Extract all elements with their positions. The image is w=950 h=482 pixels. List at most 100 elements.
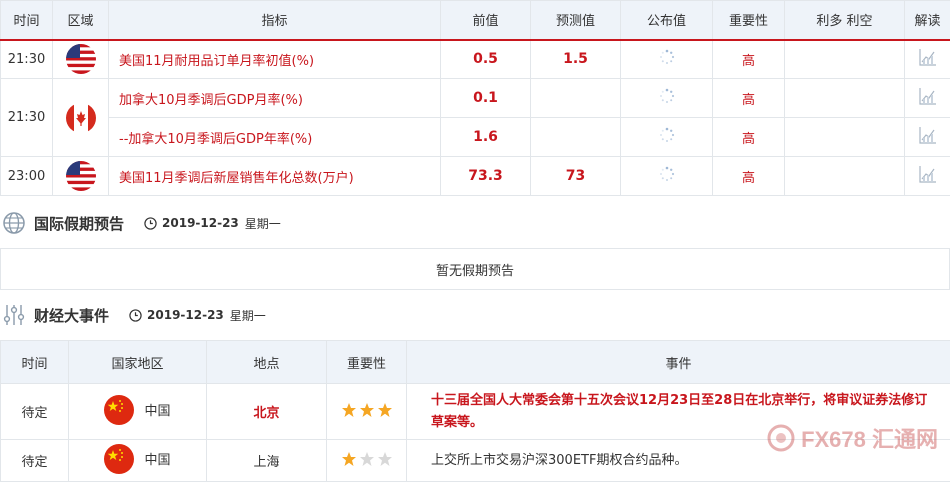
star-rating	[341, 451, 393, 467]
header-event: 事件	[407, 341, 950, 384]
events-section-title: 财经大事件	[34, 305, 109, 326]
row-importance: 高	[713, 40, 785, 79]
loading-spinner-icon	[659, 166, 675, 182]
star-empty-icon	[359, 451, 375, 467]
fx678-logo-icon	[767, 424, 795, 452]
row-analysis[interactable]	[905, 79, 950, 118]
event-country-name: 中国	[144, 400, 170, 419]
holiday-weekday: 星期一	[245, 215, 281, 232]
row-actual	[621, 40, 713, 79]
sliders-icon	[2, 303, 26, 327]
holiday-empty-text: 暂无假期预告	[436, 260, 514, 279]
header-previous: 前值	[441, 1, 531, 40]
event-country-name: 中国	[144, 449, 170, 468]
row-analysis[interactable]	[905, 118, 950, 157]
event-country: 中国	[69, 384, 207, 440]
row-actual	[621, 79, 713, 118]
table-row[interactable]: 21:30 加拿大10月季调后GDP月率(%) 0.1	[1, 79, 950, 118]
star-filled-icon	[341, 402, 357, 418]
row-previous: 0.5	[441, 40, 531, 79]
clock-icon	[144, 217, 157, 230]
ca-flag-icon	[66, 103, 96, 133]
header-region: 区域	[53, 1, 109, 40]
header-impact: 利多 利空	[785, 1, 905, 40]
holiday-date-text: 2019-12-23	[162, 216, 239, 230]
row-region	[53, 79, 109, 157]
header-time: 时间	[1, 1, 53, 40]
row-analysis[interactable]	[905, 157, 950, 196]
events-date: 2019-12-23 星期一	[129, 307, 266, 324]
row-indicator[interactable]: 美国11月季调后新屋销售年化总数(万户)	[109, 157, 441, 196]
events-section-header: 财经大事件 2019-12-23 星期一	[0, 295, 950, 335]
row-impact	[785, 40, 905, 79]
event-importance	[327, 384, 407, 440]
header-importance: 重要性	[327, 341, 407, 384]
row-analysis[interactable]	[905, 40, 950, 79]
table-row[interactable]: --加拿大10月季调后GDP年率(%) 1.6 高	[1, 118, 950, 157]
row-importance: 高	[713, 118, 785, 157]
header-time: 时间	[1, 341, 69, 384]
event-importance	[327, 440, 407, 482]
us-flag-icon	[66, 44, 96, 74]
loading-spinner-icon	[659, 49, 675, 65]
star-filled-icon	[359, 402, 375, 418]
row-region	[53, 157, 109, 196]
header-forecast: 预测值	[531, 1, 621, 40]
row-actual	[621, 157, 713, 196]
globe-icon	[2, 211, 26, 235]
loading-spinner-icon	[659, 88, 675, 104]
chart-analysis-icon[interactable]	[918, 164, 938, 184]
row-time: 21:30	[1, 40, 53, 79]
economic-data-table: 时间 区域 指标 前值 预测值 公布值 重要性 利多 利空 解读 21:30	[0, 0, 950, 196]
row-indicator[interactable]: 美国11月耐用品订单月率初值(%)	[109, 40, 441, 79]
row-indicator[interactable]: 加拿大10月季调后GDP月率(%)	[109, 79, 441, 118]
row-forecast: 73	[531, 157, 621, 196]
header-actual: 公布值	[621, 1, 713, 40]
star-rating	[341, 402, 393, 418]
table-header-row: 时间 区域 指标 前值 预测值 公布值 重要性 利多 利空 解读	[1, 1, 950, 40]
table-row[interactable]: 23:00 美国11月季调后新屋销售年化总数(万户) 73.3 73	[1, 157, 950, 196]
row-impact	[785, 79, 905, 118]
event-country: 中国	[69, 440, 207, 482]
events-weekday: 星期一	[230, 307, 266, 324]
star-filled-icon	[377, 402, 393, 418]
clock-icon	[129, 309, 142, 322]
header-location: 地点	[207, 341, 327, 384]
table-header-row: 时间 国家地区 地点 重要性 事件	[1, 341, 950, 384]
header-country: 国家地区	[69, 341, 207, 384]
us-flag-icon	[66, 161, 96, 191]
watermark-logo: FX678 汇通网	[767, 422, 938, 454]
cn-flag-icon	[104, 395, 134, 425]
event-time: 待定	[1, 384, 69, 440]
chart-analysis-icon[interactable]	[918, 86, 938, 106]
row-forecast	[531, 118, 621, 157]
cn-flag-icon	[104, 444, 134, 474]
row-time: 21:30	[1, 79, 53, 157]
event-time: 待定	[1, 440, 69, 482]
row-importance: 高	[713, 157, 785, 196]
watermark-text: FX678 汇通网	[801, 422, 938, 454]
events-table: 时间 国家地区 地点 重要性 事件 待定	[0, 340, 950, 482]
star-empty-icon	[377, 451, 393, 467]
holiday-section-header: 国际假期预告 2019-12-23 星期一	[0, 203, 950, 243]
holiday-section-title: 国际假期预告	[34, 213, 124, 234]
row-time: 23:00	[1, 157, 53, 196]
holiday-date: 2019-12-23 星期一	[144, 215, 281, 232]
row-importance: 高	[713, 79, 785, 118]
row-indicator[interactable]: --加拿大10月季调后GDP年率(%)	[109, 118, 441, 157]
header-indicator: 指标	[109, 1, 441, 40]
chart-analysis-icon[interactable]	[918, 47, 938, 67]
table-row[interactable]: 21:30 美国11月耐用品订单月率初值(%) 0.5 1.5	[1, 40, 950, 79]
row-forecast: 1.5	[531, 40, 621, 79]
events-date-text: 2019-12-23	[147, 308, 224, 322]
row-previous: 73.3	[441, 157, 531, 196]
row-forecast	[531, 79, 621, 118]
row-previous: 0.1	[441, 79, 531, 118]
chart-analysis-icon[interactable]	[918, 125, 938, 145]
loading-spinner-icon	[659, 127, 675, 143]
row-previous: 1.6	[441, 118, 531, 157]
star-filled-icon	[341, 451, 357, 467]
header-analysis: 解读	[905, 1, 950, 40]
row-impact	[785, 157, 905, 196]
event-location: 上海	[207, 440, 327, 482]
